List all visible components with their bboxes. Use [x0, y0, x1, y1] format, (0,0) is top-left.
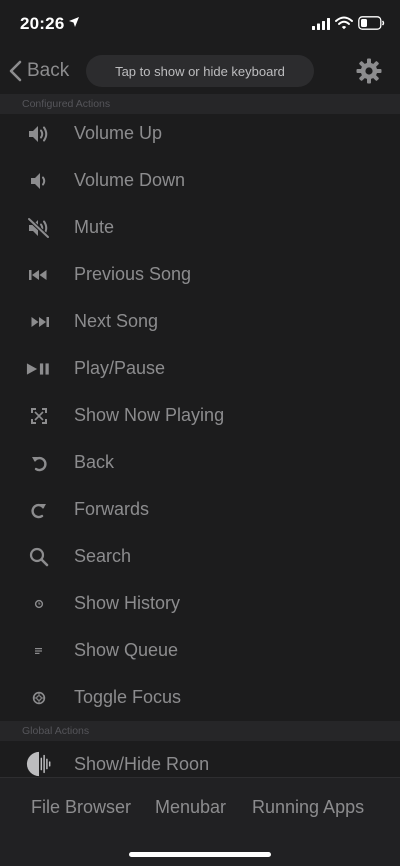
action-label: Volume Down: [74, 170, 186, 190]
action-label: Toggle Focus: [74, 687, 182, 707]
tab-running-apps[interactable]: Running Apps: [252, 797, 364, 818]
roon-icon: [26, 751, 52, 777]
action-show-now-playing[interactable]: Show Now Playing: [0, 392, 400, 439]
mute-icon: [26, 215, 52, 241]
action-next-song[interactable]: Next Song: [0, 298, 400, 345]
global-actions-header: Global Actions: [0, 721, 400, 741]
action-label: Mute: [74, 217, 115, 237]
queue-icon: [26, 638, 52, 664]
action-previous-song[interactable]: Previous Song: [0, 251, 400, 298]
now-playing-icon: [26, 403, 52, 429]
gear-icon[interactable]: [356, 58, 382, 84]
tab-menubar[interactable]: Menubar: [155, 797, 226, 818]
battery-icon: [358, 16, 385, 30]
action-label: Show/Hide Roon: [74, 753, 210, 774]
back-button[interactable]: Back: [8, 57, 69, 85]
action-show-history[interactable]: Show History: [0, 580, 400, 627]
action-label: Show History: [74, 593, 181, 613]
action-label: Play/Pause: [74, 358, 166, 378]
action-label: Volume Up: [74, 123, 163, 143]
back-button-label: Back: [27, 60, 70, 81]
home-indicator[interactable]: [129, 852, 271, 857]
action-toggle-focus[interactable]: Toggle Focus: [0, 674, 400, 721]
action-label: Forwards: [74, 499, 150, 519]
volume-up-icon: [26, 121, 52, 147]
action-show-queue[interactable]: Show Queue: [0, 627, 400, 674]
action-volume-down[interactable]: Volume Down: [0, 157, 400, 204]
action-label: Search: [74, 546, 132, 566]
keyboard-toggle-button[interactable]: Tap to show or hide keyboard: [86, 55, 314, 87]
action-label: Show Now Playing: [74, 405, 225, 425]
focus-icon: [26, 685, 52, 711]
action-label: Next Song: [74, 311, 159, 331]
chevron-left-icon: [9, 60, 22, 82]
action-back[interactable]: Back: [0, 439, 400, 486]
action-play-pause[interactable]: Play/Pause: [0, 345, 400, 392]
history-icon: [26, 591, 52, 617]
status-time: 20:26: [20, 14, 65, 33]
wifi-icon: [335, 16, 353, 30]
action-label: Previous Song: [74, 264, 192, 284]
action-label: Show Queue: [74, 640, 179, 660]
action-label: Back: [74, 452, 115, 472]
back-arrow-icon: [26, 450, 52, 476]
tab-file-browser[interactable]: File Browser: [31, 797, 131, 818]
volume-down-icon: [26, 168, 52, 194]
location-arrow-icon: [69, 17, 79, 27]
cellular-signal-icon: [312, 18, 330, 30]
action-search[interactable]: Search: [0, 533, 400, 580]
play-pause-icon: [26, 356, 52, 382]
status-bar: 20:26: [0, 0, 400, 48]
previous-icon: [26, 262, 52, 288]
next-icon: [26, 309, 52, 335]
forward-arrow-icon: [26, 497, 52, 523]
action-forwards[interactable]: Forwards: [0, 486, 400, 533]
navigation-bar: Back Tap to show or hide keyboard: [0, 48, 400, 94]
action-volume-up[interactable]: Volume Up: [0, 110, 400, 157]
search-icon: [26, 544, 52, 570]
action-mute[interactable]: Mute: [0, 204, 400, 251]
